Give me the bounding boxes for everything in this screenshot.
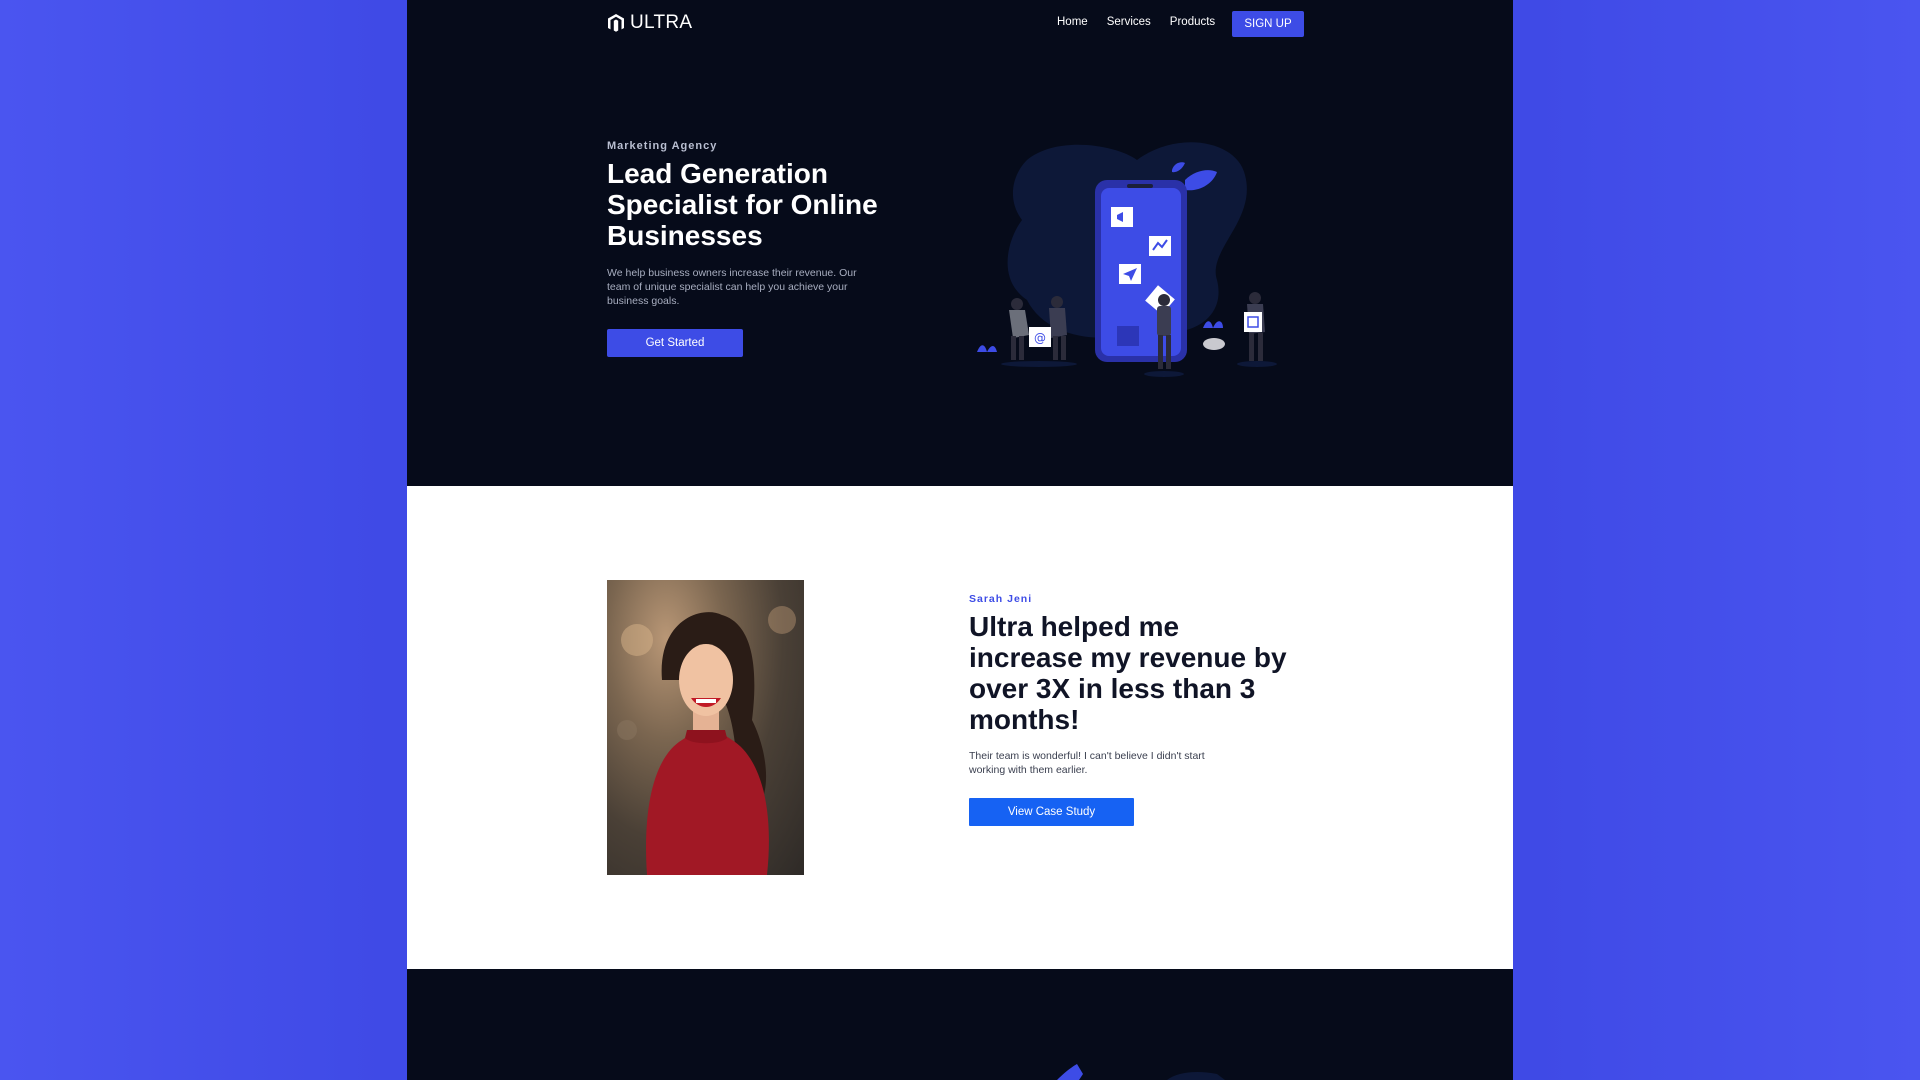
nav-link-services[interactable]: Services	[1107, 16, 1151, 28]
reviewer-name: Sarah Jeni	[969, 593, 1033, 605]
testimonial-photo	[607, 580, 804, 875]
testimonial-section: Sarah Jeni Ultra helped me increase my r…	[407, 486, 1513, 969]
view-case-study-button[interactable]: View Case Study	[969, 798, 1134, 826]
signup-button[interactable]: SIGN UP	[1232, 11, 1304, 37]
magento-logo-icon	[608, 14, 624, 32]
next-section-illustration	[1057, 1064, 1225, 1080]
svg-text:@: @	[1034, 331, 1046, 345]
get-started-button[interactable]: Get Started	[607, 329, 743, 357]
nav-link-products[interactable]: Products	[1170, 16, 1215, 28]
portrait-illustration	[617, 606, 796, 875]
hero-title: Lead Generation Specialist for Online Bu…	[607, 158, 878, 251]
marketing-illustration: @	[977, 142, 1277, 377]
navbar: ULTRA Home Services Products SIGN UP	[407, 0, 1513, 46]
hero-eyebrow: Marketing Agency	[607, 140, 718, 152]
nav-link-home[interactable]: Home	[1057, 16, 1088, 28]
testimonial-quote: Ultra helped me increase my revenue by o…	[969, 611, 1287, 735]
hero-description: We help business owners increase their r…	[607, 267, 857, 307]
testimonial-description: Their team is wonderful! I can't believe…	[969, 750, 1205, 776]
brand-name: ULTRA	[630, 12, 693, 33]
landing-page: ULTRA Home Services Products SIGN UP Mar…	[407, 0, 1513, 1080]
brand-logo[interactable]: ULTRA	[607, 12, 692, 34]
nav-links: Home Services Products	[1057, 16, 1215, 28]
